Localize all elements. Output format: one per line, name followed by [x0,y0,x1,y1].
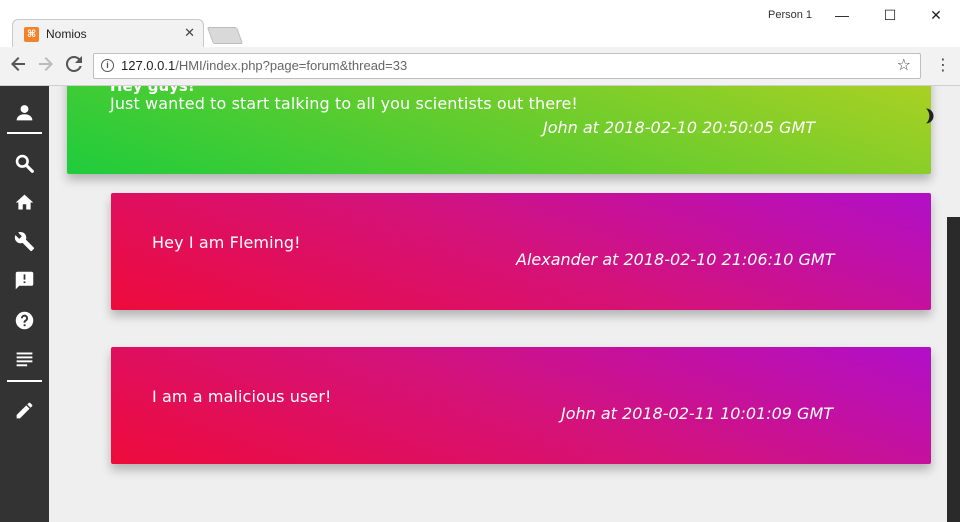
pencil-icon [16,402,33,419]
browser-toolbar: i 127.0.0.1/HMI/index.php?page=forum&thr… [0,47,960,86]
address-bar[interactable]: i 127.0.0.1/HMI/index.php?page=forum&thr… [93,53,921,79]
reload-button[interactable] [65,55,82,77]
browser-tab[interactable]: ⌘ Nomios ✕ [12,19,204,48]
post-body: I am a malicious user! [152,387,332,406]
tab-title: Nomios [46,27,87,41]
forward-button[interactable] [38,56,54,77]
sidebar-item-help[interactable] [0,301,49,339]
url-host: 127.0.0.1 [121,58,176,73]
post-meta: Alexander at 2018-02-10 21:06:10 GMT [516,250,835,269]
bookmark-star-icon[interactable]: ☆ [897,55,911,74]
sidebar-item-write[interactable] [0,391,49,429]
maximize-button[interactable]: ☐ [875,4,905,26]
close-window-button[interactable]: ✕ [921,4,951,26]
forum-post: I am a malicious user! John at 2018-02-1… [111,347,931,464]
help-icon [15,311,34,330]
list-icon [16,352,33,367]
post-meta: John at 2018-02-10 20:50:05 GMT [543,118,816,137]
moon-icon[interactable] [922,107,936,125]
sidebar-item-home[interactable] [0,183,49,221]
post-body: Just wanted to start talking to all you … [110,94,578,113]
sidebar-divider [7,132,42,134]
tab-close-button[interactable]: ✕ [184,25,195,41]
sidebar-item-profile[interactable] [0,93,49,131]
browser-menu-icon[interactable]: ⋮ [935,55,951,75]
url-path: /HMI/index.php?page=forum&thread=33 [175,58,408,73]
sidebar-item-forum[interactable] [0,340,49,378]
sidebar [0,86,49,522]
feedback-icon [15,271,34,290]
scrollbar[interactable] [947,217,960,522]
sidebar-item-search[interactable] [0,144,49,182]
arrow-left-icon [11,57,25,71]
info-icon[interactable]: i [101,59,114,72]
post-body: Hey I am Fleming! [152,233,301,252]
new-tab-button[interactable] [206,27,244,44]
wrench-icon [14,231,35,252]
browser-titlebar: ⌘ Nomios ✕ Person 1 — ☐ ✕ [0,0,960,48]
profile-name[interactable]: Person 1 [768,9,812,21]
page-content: Hey guys! Just wanted to start talking t… [0,86,960,522]
forum-post: Hey guys! Just wanted to start talking t… [67,86,931,174]
post-meta: John at 2018-02-11 10:01:09 GMT [561,404,834,423]
home-icon [15,194,34,210]
xampp-favicon-icon: ⌘ [24,27,39,42]
sidebar-divider [7,380,42,382]
sidebar-item-feedback[interactable] [0,261,49,299]
forum-post: Hey I am Fleming! Alexander at 2018-02-1… [111,193,931,310]
url-text[interactable]: 127.0.0.1/HMI/index.php?page=forum&threa… [121,58,407,73]
reload-icon [65,55,82,72]
search-icon [15,154,34,173]
back-button[interactable] [10,56,26,77]
user-icon [16,105,33,121]
minimize-button[interactable]: — [827,4,857,26]
sidebar-item-tools[interactable] [0,222,49,260]
arrow-right-icon [39,57,53,71]
